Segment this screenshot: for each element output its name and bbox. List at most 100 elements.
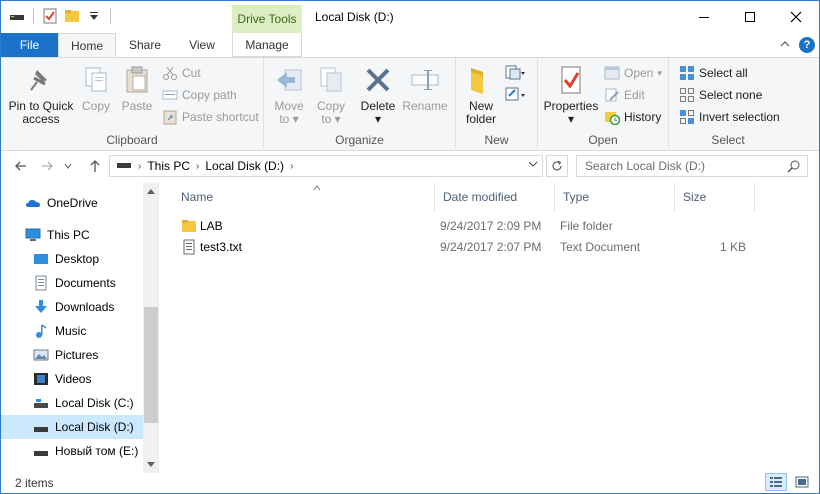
- chevron-right-icon[interactable]: ›: [290, 161, 293, 172]
- breadcrumb-local-disk-d[interactable]: Local Disk (D:): [205, 159, 284, 173]
- open-group: Properties ▾ Open ▾ Edit History Open: [538, 58, 669, 151]
- this-pc-icon: [25, 227, 41, 243]
- customize-qat-dropdown-icon[interactable]: [86, 8, 102, 24]
- edit-button[interactable]: Edit: [604, 85, 645, 105]
- chevron-right-icon[interactable]: ›: [138, 161, 141, 172]
- nav-item-local-disk-d[interactable]: Local Disk (D:): [1, 415, 143, 439]
- new-item-button[interactable]: [504, 64, 526, 85]
- pictures-icon: [33, 347, 49, 363]
- refresh-icon: [552, 160, 562, 171]
- tab-home[interactable]: Home: [58, 33, 116, 58]
- new-folder-icon: [465, 64, 497, 96]
- downloads-icon: [33, 299, 49, 315]
- tab-view[interactable]: View: [175, 33, 229, 57]
- search-input[interactable]: Search Local Disk (D:): [576, 155, 808, 177]
- minimize-button[interactable]: [681, 1, 727, 33]
- paste-button[interactable]: Paste: [118, 64, 156, 113]
- details-view-button[interactable]: [765, 473, 787, 491]
- column-header-size[interactable]: Size: [675, 183, 755, 211]
- file-name: LAB: [200, 219, 223, 233]
- new-folder-button[interactable]: New folder: [462, 64, 500, 126]
- large-icons-view-button[interactable]: [791, 473, 813, 491]
- column-header-type[interactable]: Type: [555, 183, 675, 211]
- nav-item-desktop[interactable]: Desktop: [1, 247, 143, 271]
- text-file-icon: [181, 239, 197, 255]
- title-bar: Drive Tools Local Disk (D:): [1, 1, 819, 33]
- select-none-button[interactable]: Select none: [679, 85, 762, 105]
- forward-button[interactable]: [37, 156, 57, 176]
- recent-locations-dropdown[interactable]: [61, 156, 75, 176]
- properties-button[interactable]: Properties ▾: [542, 64, 600, 126]
- easy-access-icon: [505, 87, 525, 101]
- invert-selection-button[interactable]: Invert selection: [679, 107, 780, 127]
- scroll-up-arrow-icon[interactable]: [143, 183, 159, 199]
- large-icons-view-icon: [795, 476, 809, 488]
- drive-location-icon: [116, 159, 132, 174]
- nav-item-volume-e[interactable]: Новый том (E:): [1, 439, 143, 463]
- delete-button[interactable]: Delete ▾: [358, 64, 398, 126]
- nav-item-pictures[interactable]: Pictures: [1, 343, 143, 367]
- nav-item-documents[interactable]: Documents: [1, 271, 143, 295]
- pin-to-quick-access-button[interactable]: Pin to Quick access: [5, 64, 77, 126]
- scroll-down-arrow-icon[interactable]: [143, 457, 159, 473]
- scrollbar-thumb[interactable]: [144, 307, 158, 423]
- open-button[interactable]: Open ▾: [604, 63, 662, 83]
- help-icon[interactable]: ?: [799, 37, 815, 53]
- copy-to-button[interactable]: Copy to ▾: [312, 64, 350, 126]
- nav-item-this-pc[interactable]: This PC: [1, 223, 143, 247]
- nav-item-videos[interactable]: Videos: [1, 367, 143, 391]
- move-to-button[interactable]: Move to ▾: [270, 64, 308, 126]
- copy-button[interactable]: Copy: [77, 64, 115, 113]
- details-view-icon: [770, 477, 782, 487]
- column-header-date-modified[interactable]: Date modified: [435, 183, 555, 211]
- expand-ribbon-chevron-icon[interactable]: [779, 38, 791, 53]
- easy-access-button[interactable]: [504, 86, 526, 107]
- select-all-button[interactable]: Select all: [679, 63, 748, 83]
- chevron-down-icon: [64, 163, 72, 169]
- drive-icon: [33, 443, 49, 459]
- select-none-icon: [679, 87, 695, 103]
- address-bar[interactable]: › This PC › Local Disk (D:) ›: [109, 155, 543, 177]
- column-header-name[interactable]: Name: [173, 183, 435, 211]
- file-list: Name Date modified Type Size LAB 9/24/20…: [159, 183, 819, 473]
- nav-scrollbar[interactable]: [143, 183, 159, 473]
- cut-button[interactable]: Cut: [162, 63, 201, 83]
- address-dropdown-icon[interactable]: [528, 159, 538, 172]
- up-button[interactable]: [85, 156, 105, 176]
- back-button[interactable]: [11, 156, 31, 176]
- move-to-icon: [273, 64, 305, 96]
- nav-item-music[interactable]: Music: [1, 319, 143, 343]
- copy-to-icon: [315, 64, 347, 96]
- tab-file[interactable]: File: [1, 33, 58, 57]
- properties-qat-icon[interactable]: [42, 8, 58, 24]
- breadcrumb-this-pc[interactable]: This PC: [147, 159, 190, 173]
- nav-item-local-disk-c[interactable]: Local Disk (C:): [1, 391, 143, 415]
- close-button[interactable]: [773, 1, 819, 33]
- nav-item-downloads[interactable]: Downloads: [1, 295, 143, 319]
- tab-manage[interactable]: Manage: [232, 33, 302, 57]
- new-group-label: New: [484, 133, 509, 147]
- history-button[interactable]: History: [604, 107, 661, 127]
- table-row[interactable]: test3.txt 9/24/2017 2:07 PM Text Documen…: [173, 237, 773, 257]
- copy-path-icon: [162, 87, 178, 103]
- select-group: Select all Select none Invert selection …: [669, 58, 787, 151]
- onedrive-icon: [25, 195, 41, 211]
- properties-icon: [555, 64, 587, 96]
- tab-share[interactable]: Share: [119, 33, 171, 57]
- rename-button[interactable]: Rename: [402, 64, 448, 113]
- paste-shortcut-button[interactable]: Paste shortcut: [162, 107, 259, 127]
- file-date: 9/24/2017 2:07 PM: [440, 240, 542, 254]
- table-row[interactable]: LAB 9/24/2017 2:09 PM File folder: [173, 216, 773, 236]
- new-group: New folder New: [456, 58, 538, 151]
- refresh-button[interactable]: [546, 155, 568, 177]
- documents-icon: [33, 275, 49, 291]
- nav-item-onedrive[interactable]: OneDrive: [1, 191, 143, 215]
- chevron-right-icon[interactable]: ›: [196, 161, 199, 172]
- new-folder-qat-icon[interactable]: [64, 8, 80, 24]
- copy-path-button[interactable]: Copy path: [162, 85, 237, 105]
- edit-icon: [604, 87, 620, 103]
- file-date: 9/24/2017 2:09 PM: [440, 219, 542, 233]
- maximize-button[interactable]: [727, 1, 773, 33]
- paste-icon: [121, 64, 153, 96]
- navigation-pane: OneDrive This PC Desktop Documents Downl…: [1, 183, 159, 473]
